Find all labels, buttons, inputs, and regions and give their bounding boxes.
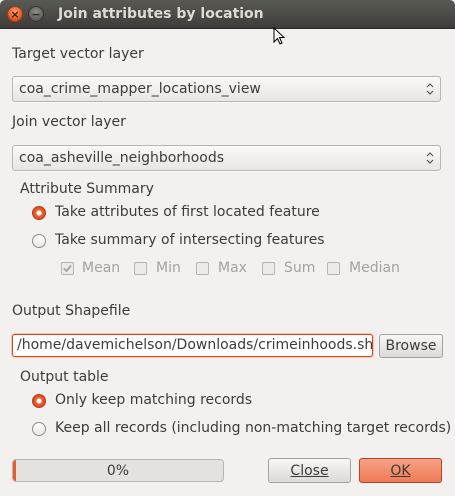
radio-first-feature[interactable]: [32, 206, 46, 220]
checkbox-min-label[interactable]: Min: [156, 260, 181, 276]
checkbox-mean-label[interactable]: Mean: [82, 260, 120, 276]
close-window-icon[interactable]: ×: [7, 6, 23, 22]
close-button-label: Close: [290, 462, 329, 479]
output-shapefile-label: Output Shapefile: [12, 303, 131, 319]
ok-button-label: OK: [390, 462, 411, 479]
attribute-summary-title: Attribute Summary: [20, 181, 154, 197]
checkbox-sum[interactable]: [262, 262, 275, 275]
combo-arrows-icon: [426, 83, 434, 95]
combo-arrows-icon: [426, 152, 434, 164]
radio-only-matching-label[interactable]: Only keep matching records: [55, 392, 252, 408]
radio-only-matching[interactable]: [32, 394, 46, 408]
checkbox-mean[interactable]: [61, 262, 74, 275]
checkbox-median[interactable]: [327, 262, 340, 275]
checkbox-max[interactable]: [196, 262, 209, 275]
title-bar: × − Join attributes by location: [0, 0, 455, 29]
radio-summary-features[interactable]: [32, 234, 46, 248]
ok-button[interactable]: OK: [359, 458, 442, 483]
radio-first-feature-label[interactable]: Take attributes of first located feature: [55, 204, 320, 220]
radio-summary-features-label[interactable]: Take summary of intersecting features: [55, 232, 325, 248]
checkbox-median-label[interactable]: Median: [349, 260, 400, 276]
browse-button[interactable]: Browse: [379, 334, 443, 358]
progress-bar: 0%: [12, 459, 224, 482]
target-layer-value: coa_crime_mapper_locations_view: [19, 81, 261, 97]
progress-text: 0%: [106, 463, 130, 479]
mouse-pointer-icon: [273, 27, 286, 45]
window-title: Join attributes by location: [58, 6, 264, 22]
checkbox-sum-label[interactable]: Sum: [284, 260, 315, 276]
checkbox-min[interactable]: [134, 262, 147, 275]
radio-keep-all[interactable]: [32, 422, 46, 436]
radio-keep-all-label[interactable]: Keep all records (including non-matching…: [55, 420, 451, 436]
output-table-title: Output table: [20, 369, 109, 385]
output-path-input[interactable]: /home/davemichelson/Downloads/crimeinhoo…: [12, 334, 373, 357]
minimize-window-icon[interactable]: −: [28, 6, 44, 22]
join-layer-value: coa_asheville_neighborhoods: [19, 150, 225, 166]
checkmark-icon: [63, 264, 72, 273]
target-layer-label: Target vector layer: [12, 46, 144, 62]
join-layer-label: Join vector layer: [12, 114, 126, 130]
checkbox-max-label[interactable]: Max: [218, 260, 247, 276]
target-layer-combo[interactable]: coa_crime_mapper_locations_view: [12, 76, 441, 102]
close-button[interactable]: Close: [268, 458, 351, 483]
join-layer-combo[interactable]: coa_asheville_neighborhoods: [12, 145, 441, 171]
